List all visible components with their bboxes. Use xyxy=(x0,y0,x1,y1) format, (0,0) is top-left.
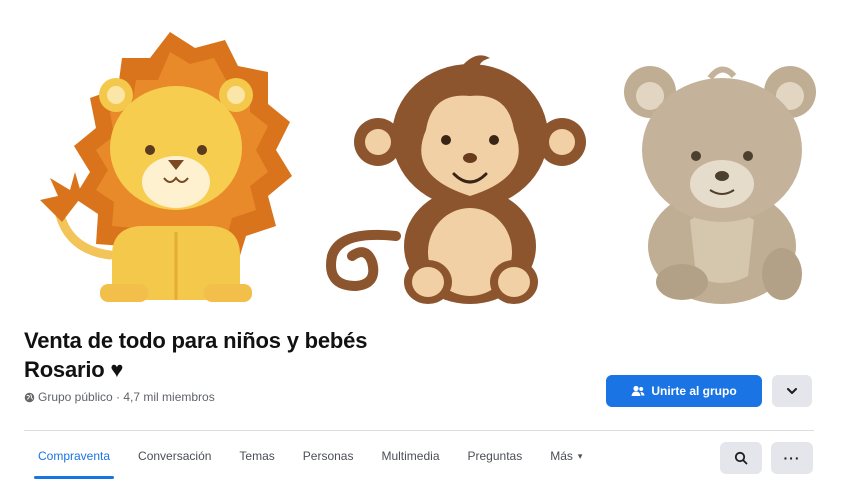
tab-label: Multimedia xyxy=(381,449,440,463)
group-title-text: Venta de todo para niños y bebés Rosario xyxy=(24,328,368,382)
tab-conversacion[interactable]: Conversación xyxy=(124,436,225,476)
search-icon xyxy=(734,451,748,465)
join-group-label: Unirte al grupo xyxy=(651,384,737,398)
tab-multimedia[interactable]: Multimedia xyxy=(367,436,453,476)
tab-compraventa[interactable]: Compraventa xyxy=(24,436,124,479)
tab-label: Preguntas xyxy=(467,449,523,463)
tab-preguntas[interactable]: Preguntas xyxy=(454,436,537,476)
group-tabs: Compraventa Conversación Temas Personas … xyxy=(24,436,596,480)
tab-mas[interactable]: Más ▾ xyxy=(536,436,596,476)
tab-label: Personas xyxy=(302,449,354,463)
divider xyxy=(24,430,814,431)
group-meta: Grupo público · 4,7 mil miembros xyxy=(24,390,215,404)
tab-temas[interactable]: Temas xyxy=(225,436,288,476)
chevron-down-icon xyxy=(787,387,797,394)
group-title[interactable]: Venta de todo para niños y bebés Rosario… xyxy=(24,326,404,384)
join-options-dropdown-button[interactable] xyxy=(772,375,812,407)
tab-personas[interactable]: Personas xyxy=(289,436,368,476)
join-group-button[interactable]: Unirte al grupo xyxy=(606,375,762,407)
tab-label: Conversación xyxy=(138,449,212,463)
tab-label: Compraventa xyxy=(38,449,111,463)
tab-label: Temas xyxy=(239,449,275,463)
globe-icon xyxy=(24,392,35,402)
cover-photo[interactable] xyxy=(0,0,848,318)
people-icon xyxy=(631,385,645,396)
cover-illustration xyxy=(40,32,816,304)
caret-down-icon: ▾ xyxy=(577,450,583,461)
bear-illustration xyxy=(624,66,816,304)
ellipsis-icon: ··· xyxy=(783,450,801,466)
group-meta-text: Grupo público · 4,7 mil miembros xyxy=(38,390,215,404)
heart-icon: ♥ xyxy=(110,357,124,382)
tab-label: Más xyxy=(550,449,573,463)
search-button[interactable] xyxy=(720,442,762,474)
monkey-illustration xyxy=(326,55,586,304)
lion-illustration xyxy=(40,32,292,302)
overflow-menu-button[interactable]: ··· xyxy=(771,442,813,474)
